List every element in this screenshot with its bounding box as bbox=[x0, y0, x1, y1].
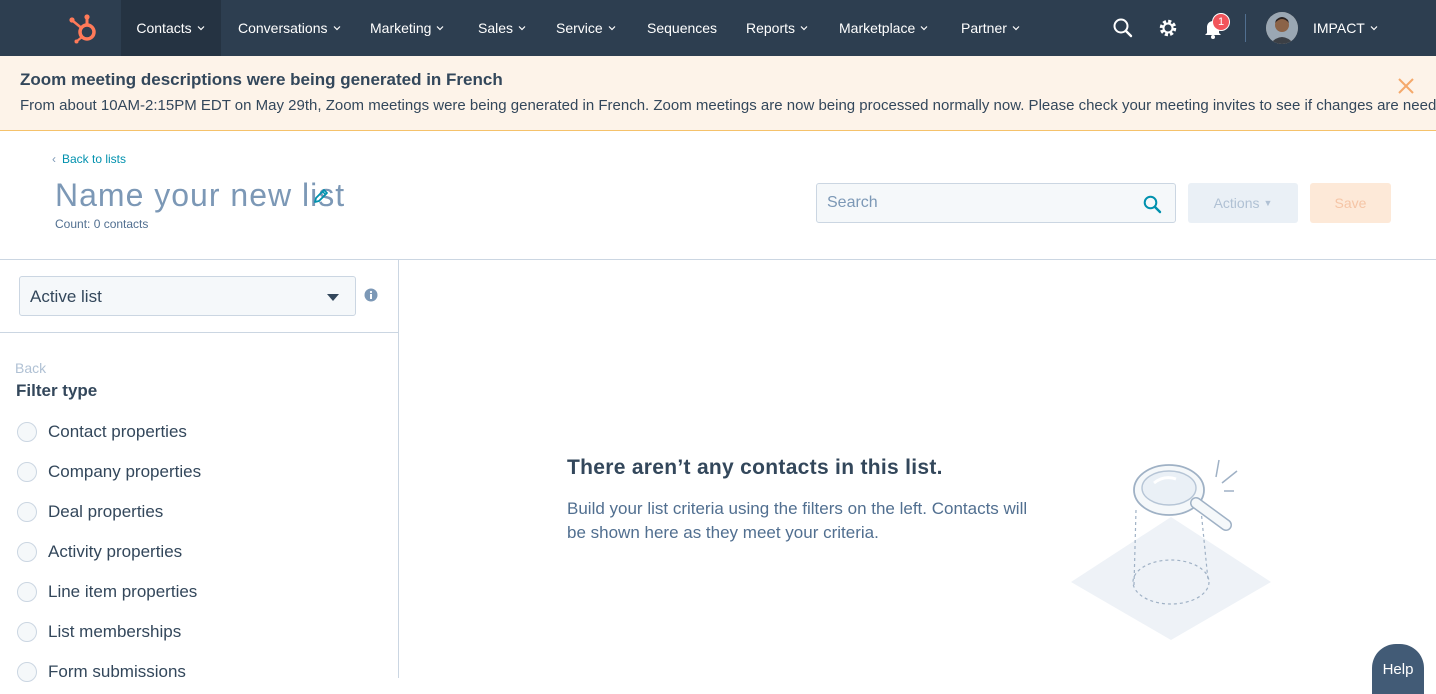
radio-button[interactable] bbox=[17, 542, 37, 562]
close-icon[interactable] bbox=[1396, 76, 1416, 96]
contact-count: Count: 0 contacts bbox=[55, 217, 149, 231]
search-input[interactable] bbox=[818, 185, 1138, 221]
chevron-down-icon bbox=[1012, 26, 1020, 31]
nav-service[interactable]: Service bbox=[556, 0, 617, 56]
nav-reports[interactable]: Reports bbox=[746, 0, 809, 56]
alert-banner: Zoom meeting descriptions were being gen… bbox=[0, 56, 1436, 131]
chevron-down-icon bbox=[1370, 26, 1378, 31]
chevron-down-icon bbox=[437, 26, 444, 31]
filter-option-label: Line item properties bbox=[48, 582, 198, 601]
filter-option-label: Activity properties bbox=[48, 542, 183, 561]
filter-option-contact-properties[interactable]: Contact properties bbox=[17, 422, 317, 444]
filter-option-label: Contact properties bbox=[48, 422, 187, 441]
nav-marketing[interactable]: Marketing bbox=[370, 0, 445, 56]
filter-option-label: Deal properties bbox=[48, 502, 164, 521]
notification-badge: 1 bbox=[1212, 13, 1230, 31]
empty-state-body: Build your list criteria using the filte… bbox=[567, 499, 1028, 542]
list-name-input[interactable]: Name your new list bbox=[55, 177, 345, 214]
nav-partner-label: Partner bbox=[961, 20, 1007, 36]
account-menu[interactable]: IMPACT bbox=[1313, 0, 1379, 56]
nav-marketplace[interactable]: Marketplace bbox=[839, 0, 929, 56]
chevron-down-icon bbox=[333, 26, 340, 31]
filter-option-list-memberships[interactable]: List memberships bbox=[17, 622, 317, 644]
banner-title: Zoom meeting descriptions were being gen… bbox=[20, 70, 503, 89]
filter-option-activity-properties[interactable]: Activity properties bbox=[17, 542, 317, 564]
radio-button[interactable] bbox=[17, 662, 37, 682]
magnifying-glass-illustration-icon bbox=[1071, 459, 1271, 640]
nav-conversations-label: Conversations bbox=[238, 20, 328, 36]
chevron-down-icon bbox=[518, 26, 526, 31]
pencil-icon[interactable] bbox=[312, 187, 330, 205]
nav-marketing-label: Marketing bbox=[370, 20, 432, 36]
radio-button[interactable] bbox=[17, 422, 37, 442]
radio-button[interactable] bbox=[17, 582, 37, 602]
nav-sequences[interactable]: Sequences bbox=[647, 0, 717, 56]
filter-option-line-item-properties[interactable]: Line item properties bbox=[17, 582, 317, 604]
filter-option-label: List memberships bbox=[48, 622, 182, 641]
chevron-left-icon: ‹ bbox=[52, 152, 56, 166]
nav-marketplace-label: Marketplace bbox=[839, 20, 916, 36]
nav-sales[interactable]: Sales bbox=[478, 0, 527, 56]
nav-sequences-label: Sequences bbox=[647, 20, 718, 36]
empty-state-title: There aren’t any contacts in this list. bbox=[567, 456, 943, 479]
save-button[interactable]: Save bbox=[1310, 183, 1391, 223]
list-type-select[interactable]: Active list bbox=[19, 276, 356, 316]
chevron-down-icon bbox=[800, 26, 808, 31]
radio-button[interactable] bbox=[17, 502, 37, 522]
filter-option-deal-properties[interactable]: Deal properties bbox=[17, 502, 317, 524]
nav-service-label: Service bbox=[556, 20, 603, 36]
filter-option-label: Form submissions bbox=[48, 662, 186, 681]
avatar-image-icon bbox=[1266, 12, 1298, 44]
banner-body: From about 10AM-2:15PM EDT on May 29th, … bbox=[20, 97, 1436, 114]
nav-sales-label: Sales bbox=[478, 20, 514, 36]
panel-divider bbox=[398, 260, 399, 678]
divider bbox=[0, 332, 398, 333]
back-to-lists-link[interactable]: ‹ Back to lists bbox=[52, 152, 126, 166]
search-icon[interactable] bbox=[1111, 16, 1135, 40]
nav-contacts-label: Contacts bbox=[136, 20, 192, 36]
actions-label: Actions bbox=[1213, 195, 1260, 211]
actions-button[interactable]: Actions ▼ bbox=[1188, 183, 1298, 223]
filter-option-label: Company properties bbox=[48, 462, 202, 481]
radio-button[interactable] bbox=[17, 462, 37, 482]
hubspot-logo-icon[interactable] bbox=[66, 12, 100, 44]
nav-conversations[interactable]: Conversations bbox=[238, 0, 342, 56]
help-button[interactable]: Help bbox=[1372, 644, 1424, 694]
filter-option-form-submissions[interactable]: Form submissions bbox=[17, 662, 317, 684]
gear-icon[interactable] bbox=[1156, 16, 1180, 40]
nav-divider bbox=[1245, 14, 1246, 42]
caret-down-icon bbox=[327, 294, 339, 301]
filter-back-link[interactable]: Back bbox=[15, 360, 46, 376]
chevron-down-icon bbox=[608, 26, 616, 31]
info-icon[interactable] bbox=[364, 288, 378, 302]
nav-contacts[interactable]: Contacts bbox=[121, 0, 221, 56]
avatar[interactable] bbox=[1266, 12, 1298, 44]
divider bbox=[0, 259, 1436, 260]
chevron-down-icon bbox=[197, 26, 205, 31]
back-to-lists-label: Back to lists bbox=[62, 152, 127, 166]
nav-partner[interactable]: Partner bbox=[961, 0, 1021, 56]
caret-down-icon: ▼ bbox=[1263, 198, 1273, 208]
filter-option-company-properties[interactable]: Company properties bbox=[17, 462, 317, 484]
nav-reports-label: Reports bbox=[746, 20, 796, 36]
top-navigation: Contacts Conversations Marketing Sales S… bbox=[0, 0, 1436, 56]
chevron-down-icon bbox=[920, 26, 928, 31]
search-box bbox=[816, 183, 1176, 223]
list-type-value: Active list bbox=[30, 287, 102, 306]
filter-type-heading: Filter type bbox=[16, 381, 98, 400]
search-icon[interactable] bbox=[1142, 194, 1162, 214]
radio-button[interactable] bbox=[17, 622, 37, 642]
account-label: IMPACT bbox=[1313, 20, 1365, 36]
